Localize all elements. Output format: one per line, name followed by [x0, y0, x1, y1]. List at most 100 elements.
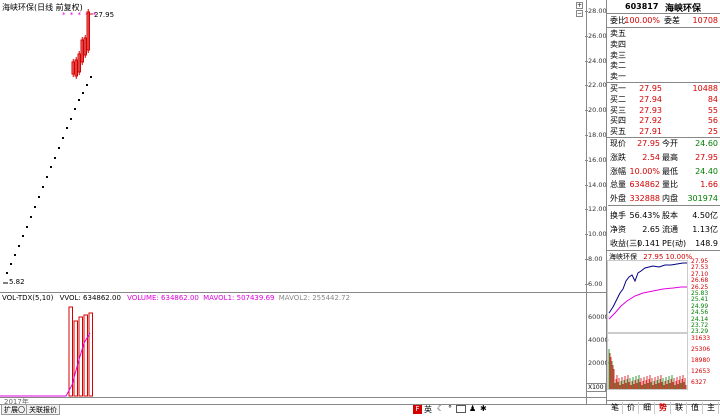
tab-related-quote[interactable]: 关联报价 [26, 404, 60, 415]
price-axis: 28.00 26.00 24.00 22.00 20.00 18.00 16.00 14.00… [585, 0, 607, 292]
wb-value: 100.00% [624, 16, 660, 25]
ask-row: 卖五 [608, 28, 720, 39]
right-tab[interactable]: 势 [656, 402, 671, 414]
quote-value: 301974 [687, 194, 718, 204]
price-axis-tick: 26.00 [588, 31, 607, 40]
toolbar-keyboard-icon[interactable] [456, 405, 466, 413]
ask-row: 卖四 [608, 39, 720, 50]
scroll-down-button[interactable]: − [576, 10, 583, 17]
kline-limit-up-mark [38, 196, 40, 198]
stock-name: 海峡环保 [665, 4, 702, 14]
bid-label: 买二 [610, 94, 626, 104]
price-axis-tick: 28.00 [588, 7, 607, 15]
right-tab[interactable]: 细 [640, 402, 655, 414]
bid-price: 27.91 [639, 127, 662, 137]
quote-row: 换手 56.43% 股本 4.50亿 [608, 210, 720, 222]
mini-volume-tick: 25306 [691, 346, 711, 353]
mini-volume-tick: 12653 [691, 368, 711, 375]
tab-extended[interactable]: 扩展〇 [1, 404, 28, 415]
quote-row: 收益(三) 0.141 PE(动) 148.9 [608, 238, 720, 250]
kline-limit-up-mark [82, 92, 84, 94]
quote-value: 148.9 [695, 238, 718, 248]
right-tab[interactable]: 联 [672, 402, 687, 414]
bid-row: 买二 27.94 84 [608, 94, 720, 105]
quote-label: 涨跌 [610, 152, 626, 162]
ask-label: 卖一 [610, 72, 626, 82]
kline-limit-up-mark [90, 76, 92, 78]
bid-volume: 84 [707, 94, 718, 104]
toolbar-moon-icon[interactable]: ☾ [437, 404, 444, 413]
bid-row: 买一 27.95 10488 [608, 83, 720, 94]
kline-limit-up-mark [14, 254, 16, 256]
right-tab[interactable]: 价 [624, 402, 639, 414]
quote-value: 4.50亿 [692, 211, 718, 220]
kline-limit-up-mark [10, 263, 12, 265]
kline-limit-up-mark [66, 127, 68, 129]
bid-volume: 25 [707, 127, 718, 137]
kline-limit-up-mark [54, 157, 56, 159]
quote-label: 今开 [662, 139, 678, 148]
quote-value: 1.13亿 [692, 224, 718, 234]
quote-label: 股本 [662, 211, 678, 220]
volume-svg [0, 306, 93, 397]
right-tab[interactable]: 主 [704, 402, 719, 414]
quote-label: 涨幅 [610, 166, 626, 176]
quote-label: 净资 [610, 224, 626, 234]
right-tab[interactable]: 值 [688, 402, 703, 414]
price-axis-tick: 6.00 [588, 279, 603, 288]
bid-volume: 10488 [692, 84, 718, 93]
ask-label: 卖四 [610, 39, 626, 49]
bid-label: 买五 [610, 127, 626, 137]
bid-price: 27.95 [639, 84, 662, 93]
volume-axis-tick: 40000 [588, 336, 609, 344]
kline-limit-up-mark [46, 176, 48, 178]
volume-axis-tick: 60000 [588, 313, 609, 321]
price-axis-tick: 12.00 [588, 205, 607, 214]
quote-label: 现价 [610, 139, 626, 148]
quote-label: 量比 [662, 180, 678, 190]
volume-bar[interactable] [88, 312, 93, 397]
ask-row: 卖一 [608, 71, 720, 82]
bid-row: 买五 27.91 25 [608, 126, 720, 137]
price-axis-tick: 14.00 [588, 180, 607, 189]
kline-limit-up-mark [6, 272, 8, 274]
toolbar-dot-icon[interactable]: ° [448, 404, 452, 413]
quote-value: 1.66 [700, 180, 718, 190]
wc-label: 委差 [664, 16, 680, 25]
quote-row: 现价 27.95 今开 24.60 [608, 138, 720, 150]
toolbar-settings-icon[interactable]: ✱ [480, 404, 487, 413]
kline-limit-up-mark [78, 99, 80, 101]
kline-limit-up-mark [58, 147, 60, 149]
quote-value: 2.54 [642, 152, 660, 162]
volume-bar[interactable] [83, 314, 88, 397]
ask-row: 卖三 [608, 50, 720, 61]
toolbar-lang-icon[interactable]: 英 [424, 404, 432, 415]
stock-header: 603817 海峡环保 [607, 0, 720, 14]
toolbar-f-icon[interactable]: F [413, 405, 422, 414]
bid-price: 27.94 [639, 94, 662, 104]
volume-pane[interactable]: VOL-TDX(5,10) VVOL: 634862.00 VOLUME: 63… [0, 293, 586, 397]
mini-volume-tick: 18980 [691, 357, 711, 364]
toolbar-user-icon[interactable]: ♟ [469, 404, 476, 413]
kline-limit-up-mark [18, 245, 20, 247]
volume-bar[interactable] [68, 306, 73, 397]
order-ratio-row: 委比 100.00% 委差 10708 [608, 15, 720, 26]
bid-price: 27.93 [639, 105, 662, 115]
quote-label: 最低 [662, 166, 678, 176]
mini-chart[interactable]: 海峡环保 27.95 10.00% 27.95 27.53 27.10 26.68 26… [607, 251, 720, 400]
wc-value: 10708 [692, 16, 718, 25]
kline-limit-up-mark [70, 118, 72, 120]
kline-limit-up-mark [50, 166, 52, 168]
kline-limit-up-mark [86, 84, 88, 86]
kline-limit-up-mark [34, 206, 36, 208]
quote-label: 外盘 [610, 194, 626, 204]
kline-chart[interactable]: 海峡环保(日线 前复权) * * * * * 27.95 5.82 [0, 0, 586, 292]
mini-volume-tick: 6327 [691, 379, 707, 386]
scroll-up-button[interactable]: + [576, 2, 583, 9]
ask-label: 卖二 [610, 61, 626, 71]
right-tab[interactable]: 笔 [608, 402, 623, 414]
kline-limit-up-mark [22, 235, 24, 237]
volume-bar[interactable] [73, 320, 78, 397]
quote-value: 24.60 [695, 139, 718, 148]
quote-value: 2.65 [642, 224, 660, 234]
